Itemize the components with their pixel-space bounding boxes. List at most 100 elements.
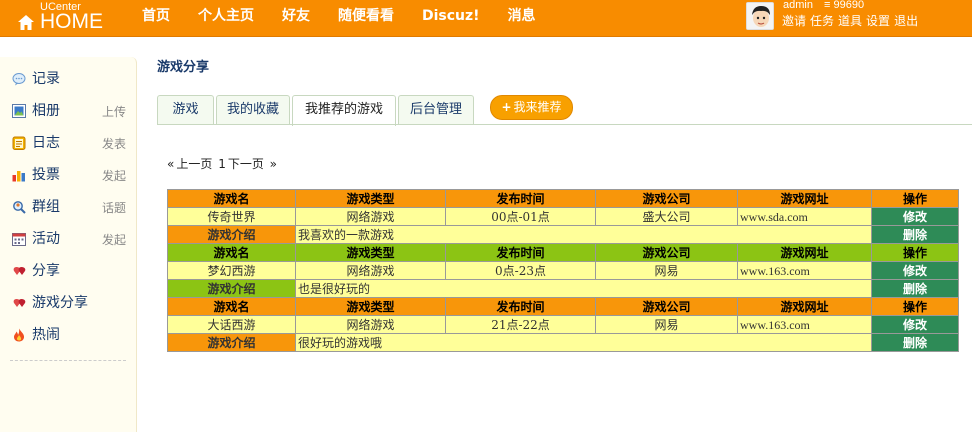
event-create-link[interactable]: 发起 [102,231,126,249]
home-icon [18,15,34,30]
hot-icon [14,328,25,342]
invite-link[interactable]: 邀请 [782,14,806,28]
avatar[interactable] [746,2,774,30]
sidebar-item-label: 群组 [32,199,60,215]
recommend-button-label: 我来推荐 [513,100,562,114]
header-url: 游戏网址 [737,243,872,262]
header-release-time: 发布时间 [445,297,596,316]
tab-favorites[interactable]: 我的收藏 [216,95,290,125]
header-operation: 操作 [871,297,959,316]
nav-discuz[interactable]: Discuz! [408,0,494,34]
game-url[interactable]: www.163.com [737,315,872,334]
game-share-icon [13,299,26,307]
tab-my-recommended[interactable]: 我推荐的游戏 [292,95,396,126]
page-title: 游戏分享 [157,60,210,75]
nav-home[interactable]: 首页 [128,0,184,34]
group-icon [13,201,26,214]
tab-admin[interactable]: 后台管理 [398,95,474,125]
table-header-row: 游戏名 游戏类型 发布时间 游戏公司 游戏网址 操作 [167,243,959,262]
sidebar-item-label: 相册 [32,103,60,119]
sidebar-item-hot[interactable]: 热闹 [10,325,128,345]
intro-label: 游戏介绍 [167,279,296,298]
plus-icon: + [501,100,512,114]
sidebar-item-album[interactable]: 相册 上传 [10,101,128,121]
delete-button[interactable]: 删除 [871,333,959,352]
credit-icon: ≡ [824,0,831,11]
credit-score: ≡ 99690 [824,0,864,11]
header-game-name: 游戏名 [167,243,296,262]
poll-icon [12,171,25,182]
poll-create-link[interactable]: 发起 [102,167,126,185]
header-url: 游戏网址 [737,297,872,316]
header-company: 游戏公司 [595,189,738,208]
username[interactable]: admin [783,0,813,11]
intro-row: 游戏介绍 我喜欢的一款游戏 删除 [167,225,959,244]
delete-button[interactable]: 删除 [871,225,959,244]
nav-friends[interactable]: 好友 [268,0,324,34]
company: 盛大公司 [595,207,738,226]
logo-title: HOME [40,10,103,33]
intro-row: 游戏介绍 也是很好玩的 删除 [167,279,959,298]
sidebar-item-record[interactable]: 记录 [10,69,128,89]
games-table: 游戏名 游戏类型 发布时间 游戏公司 游戏网址 操作 传奇世界 网络游戏 00点… [167,189,959,352]
next-arrow-icon: » [269,157,278,171]
header-game-name: 游戏名 [167,189,296,208]
game-url[interactable]: www.163.com [737,261,872,280]
intro-text: 我喜欢的一款游戏 [295,225,872,244]
header-company: 游戏公司 [595,243,738,262]
game-name: 梦幻西游 [167,261,296,280]
current-page[interactable]: 1 [218,157,226,171]
items-link[interactable]: 道具 [838,14,862,28]
game-type: 网络游戏 [295,315,446,334]
sidebar-item-share[interactable]: 分享 [10,261,128,281]
header-game-type: 游戏类型 [295,297,446,316]
nav-explore[interactable]: 随便看看 [324,0,408,34]
nav-messages[interactable]: 消息 [494,0,550,34]
company: 网易 [595,261,738,280]
recommend-button[interactable]: + 我来推荐 [490,95,573,120]
album-upload-link[interactable]: 上传 [102,103,126,121]
top-bar: UCenter HOME 首页 个人主页 好友 随便看看 Discuz! 消息 … [0,0,972,37]
release-time: 00点-01点 [445,207,596,226]
tab-games[interactable]: 游戏 [157,95,214,125]
table-header-row: 游戏名 游戏类型 发布时间 游戏公司 游戏网址 操作 [167,297,959,316]
sidebar-item-label: 热闹 [32,327,60,343]
sidebar-item-blog[interactable]: 日志 发表 [10,133,128,153]
header-url: 游戏网址 [737,189,872,208]
header-company: 游戏公司 [595,297,738,316]
main-nav: 首页 个人主页 好友 随便看看 Discuz! 消息 [128,0,550,34]
release-time: 0点-23点 [445,261,596,280]
sidebar-item-label: 活动 [32,231,60,247]
sidebar-item-label: 日志 [32,135,60,151]
settings-link[interactable]: 设置 [866,14,890,28]
event-icon [12,233,26,246]
sidebar-item-game-share[interactable]: 游戏分享 [10,293,128,313]
pagination: «上一页 1 下一页 » [167,155,279,172]
group-topic-link[interactable]: 话题 [102,199,126,217]
sidebar-item-poll[interactable]: 投票 发起 [10,165,128,185]
sidebar-item-label: 分享 [32,263,60,279]
game-type: 网络游戏 [295,261,446,280]
header-game-type: 游戏类型 [295,189,446,208]
game-url[interactable]: www.sda.com [737,207,872,226]
edit-button[interactable]: 修改 [871,261,959,280]
edit-button[interactable]: 修改 [871,207,959,226]
sidebar-item-label: 记录 [32,71,60,87]
next-page-link[interactable]: 下一页 [228,157,264,171]
logout-link[interactable]: 退出 [894,14,918,28]
prev-page-link[interactable]: 上一页 [176,157,212,171]
game-name: 传奇世界 [167,207,296,226]
sidebar-item-event[interactable]: 活动 发起 [10,229,128,249]
blog-post-link[interactable]: 发表 [102,135,126,153]
tab-divider [157,124,972,125]
tasks-link[interactable]: 任务 [810,14,834,28]
nav-profile[interactable]: 个人主页 [184,0,268,34]
user-name-line: admin ≡ 99690 [783,0,864,11]
delete-button[interactable]: 删除 [871,279,959,298]
sidebar-item-label: 游戏分享 [32,295,88,311]
album-icon [12,104,26,118]
header-release-time: 发布时间 [445,243,596,262]
sidebar-item-group[interactable]: 群组 话题 [10,197,128,217]
avatar-icon [747,3,773,29]
edit-button[interactable]: 修改 [871,315,959,334]
